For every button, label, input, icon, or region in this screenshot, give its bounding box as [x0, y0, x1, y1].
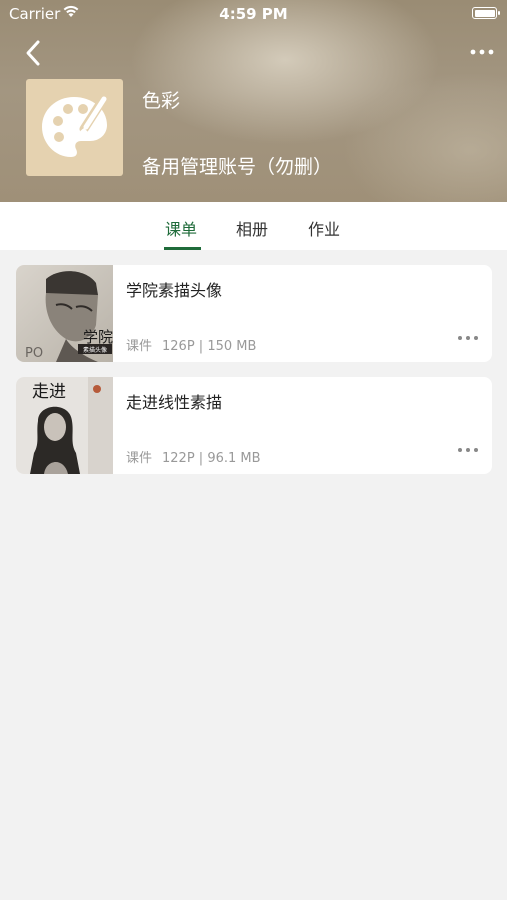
tab-bar: 课单 相册 作业 — [0, 202, 507, 250]
account-name: 备用管理账号（勿删） — [142, 156, 333, 178]
course-more-icon[interactable] — [456, 331, 480, 345]
tab-homework[interactable]: 作业 — [308, 216, 340, 240]
clock: 4:59 PM — [219, 5, 288, 23]
back-arrow-icon[interactable] — [20, 38, 48, 68]
page-title: 色彩 — [142, 90, 181, 112]
course-meta: 课件 126P | 150 MB — [126, 335, 266, 354]
tab-album[interactable]: 相册 — [236, 216, 268, 240]
more-options-icon[interactable] — [469, 42, 495, 62]
avatar — [26, 79, 123, 176]
cover-subtitle: 素描头像 — [83, 346, 107, 354]
course-type: 课件 — [126, 339, 153, 354]
course-meta: 课件 122P | 96.1 MB — [126, 447, 271, 466]
course-card[interactable]: 走进 走进线性素描 课件 122P | 96.1 MB — [16, 377, 492, 474]
course-title: 走进线性素描 — [126, 393, 223, 412]
cover-title: 学院 — [83, 328, 113, 346]
course-type: 课件 — [126, 451, 153, 466]
course-card[interactable]: 素描头像 学院 PO 学院素描头像 课件 126P | 150 MB — [16, 265, 492, 362]
tab-course-list[interactable]: 课单 — [165, 216, 197, 240]
active-tab-indicator — [164, 247, 201, 250]
battery-icon — [472, 7, 500, 19]
course-detail: 126P | 150 MB — [162, 339, 257, 354]
course-detail: 122P | 96.1 MB — [162, 451, 261, 466]
cover-title: 走进 — [32, 382, 66, 402]
course-cover-image: 走进 — [16, 377, 113, 474]
course-more-icon[interactable] — [456, 443, 480, 457]
cover-watermark: PO — [25, 346, 43, 361]
course-title: 学院素描头像 — [126, 281, 223, 300]
status-bar: Carrier 4:59 PM — [0, 0, 507, 28]
course-cover-image: 素描头像 学院 PO — [16, 265, 113, 362]
palette-icon — [42, 96, 107, 157]
profile-header: Carrier 4:59 PM 色彩 备用管理账号（勿删） — [0, 0, 507, 202]
